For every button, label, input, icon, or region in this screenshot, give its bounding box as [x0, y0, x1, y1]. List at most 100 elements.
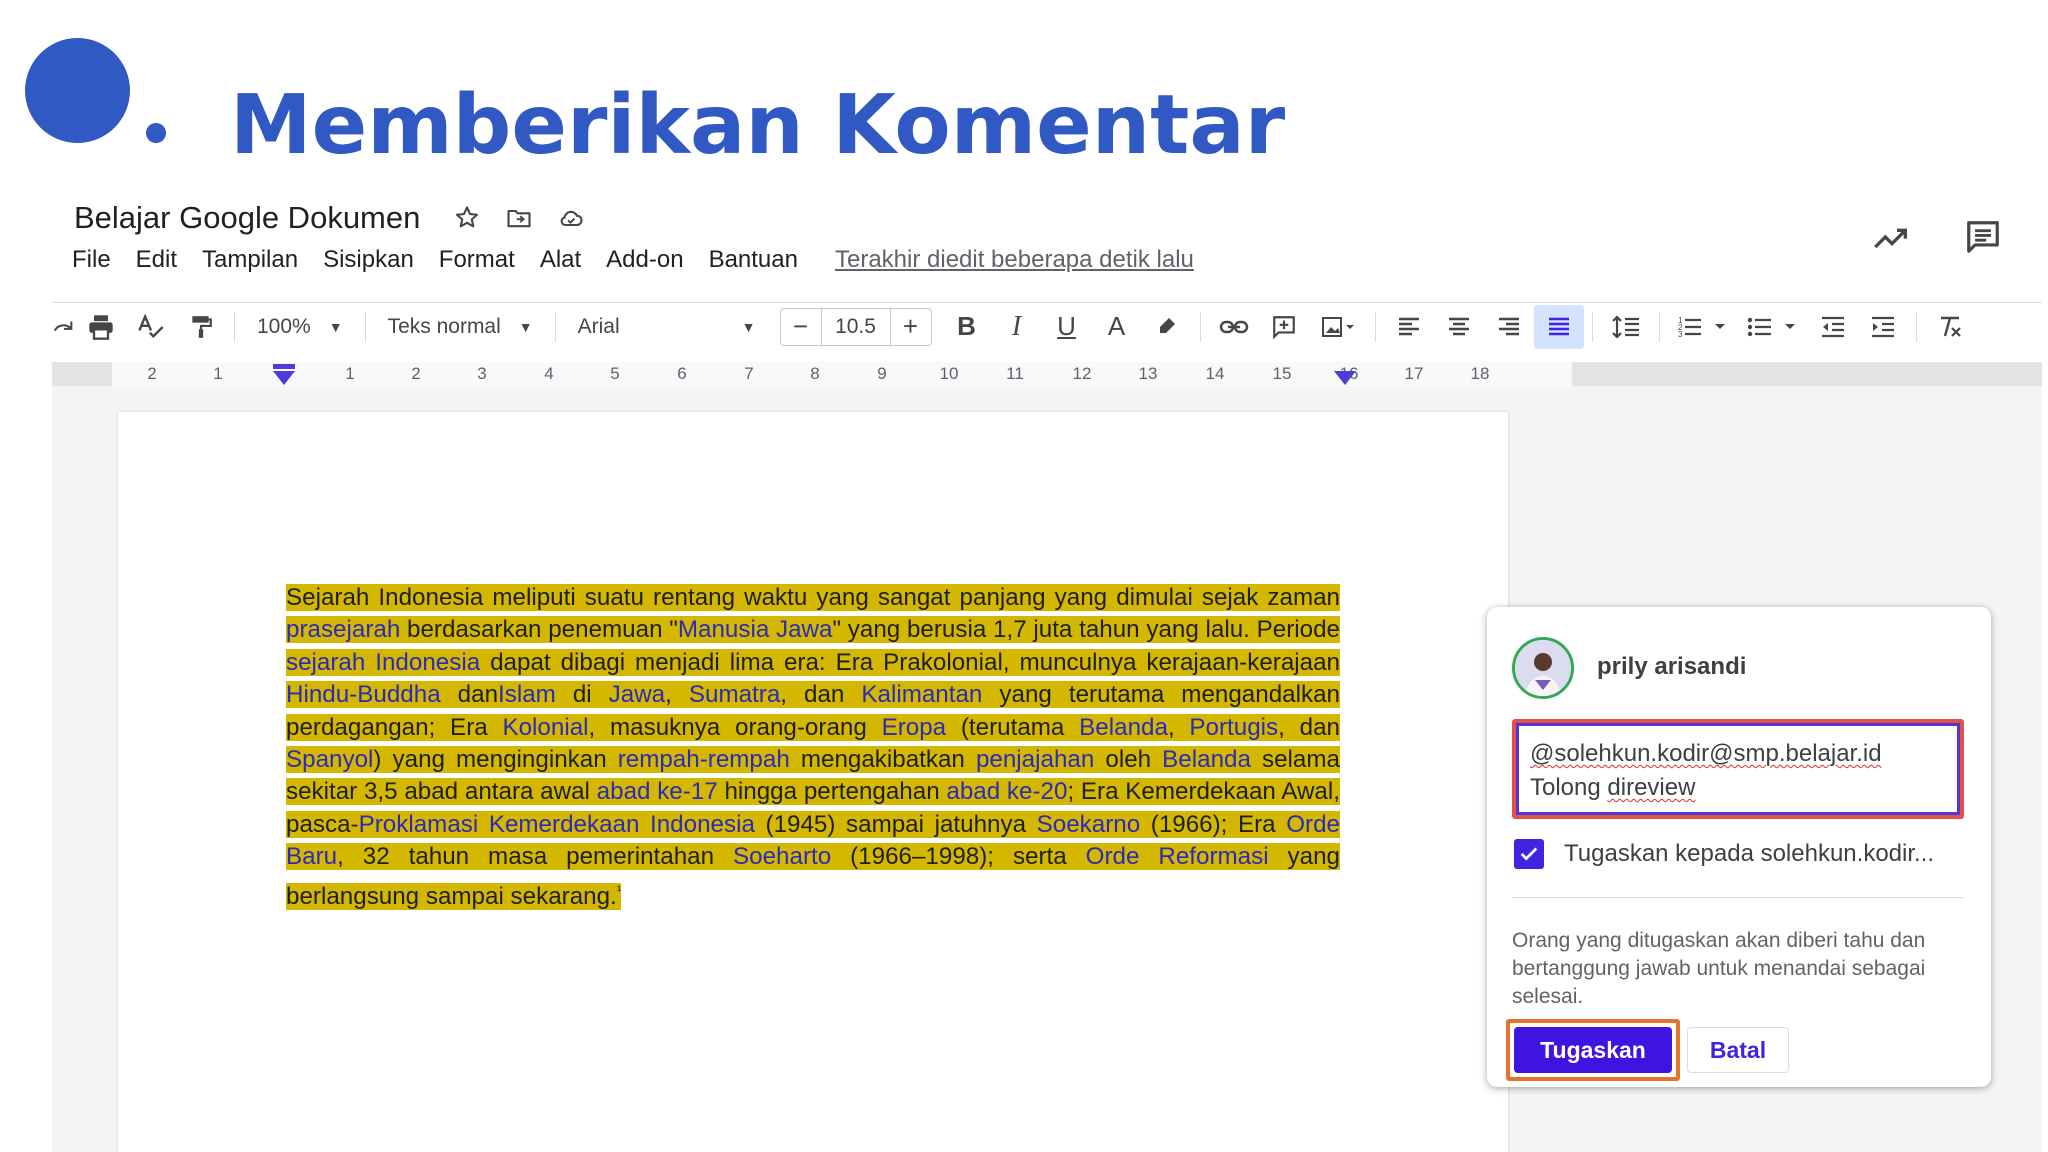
increase-font-size-button[interactable]: +	[891, 309, 931, 345]
add-comment-icon[interactable]	[1259, 305, 1309, 349]
toolbar-divider	[1199, 311, 1201, 342]
paragraph-link[interactable]: Islam	[498, 681, 556, 708]
assign-note: Orang yang ditugaskan akan diberi tahu d…	[1512, 929, 1926, 1008]
menu-tools[interactable]: Alat	[540, 246, 581, 274]
assign-row[interactable]: Tugaskan kepada solehkun.kodir...	[1514, 839, 1934, 869]
clear-formatting-icon[interactable]	[1925, 305, 1975, 349]
align-justify-icon[interactable]	[1533, 304, 1584, 349]
menu-insert[interactable]: Sisipkan	[323, 246, 414, 274]
decrease-indent-icon[interactable]	[1808, 305, 1858, 349]
paragraph-link[interactable]: Sumatra	[689, 681, 780, 708]
bulleted-list-icon[interactable]	[1738, 305, 1808, 349]
assign-button[interactable]: Tugaskan	[1514, 1027, 1672, 1073]
selected-paragraph[interactable]: Sejarah Indonesia meliputi suatu rentang…	[286, 582, 1341, 913]
comment-input[interactable]: @solehkun.kodir@smp.belajar.id Tolong di…	[1512, 719, 1964, 819]
bold-button[interactable]: B	[942, 305, 992, 349]
line-spacing-icon[interactable]	[1601, 305, 1651, 349]
star-icon[interactable]	[452, 203, 482, 233]
cloud-status-icon[interactable]	[556, 203, 586, 233]
paragraph-link[interactable]: rempah-rempah	[618, 746, 790, 773]
style-select[interactable]: Teks normal ▼	[374, 315, 547, 339]
align-left-icon[interactable]	[1384, 305, 1434, 349]
font-size-stepper: − 10.5 +	[779, 307, 932, 346]
paragraph-text: mengakibatkan	[789, 746, 976, 774]
menu-file[interactable]: File	[72, 246, 111, 274]
font-select[interactable]: Arial ▼	[564, 315, 770, 339]
paragraph-link[interactable]: abad ke-17	[597, 778, 718, 805]
toolbar-divider	[234, 311, 235, 342]
print-icon[interactable]	[76, 305, 126, 349]
cancel-button[interactable]: Batal	[1687, 1027, 1789, 1073]
ruler-label: 2	[411, 364, 421, 383]
menu-view[interactable]: Tampilan	[202, 246, 298, 274]
right-indent-handle[interactable]	[1334, 371, 1356, 385]
paragraph-text: (1945) sampai jatuhnya	[754, 810, 1037, 838]
insert-link-icon[interactable]	[1209, 305, 1259, 349]
paragraph-link[interactable]: Hindu-Buddha	[286, 681, 441, 708]
font-size-input[interactable]: 10.5	[820, 308, 891, 345]
paragraph-link[interactable]: Soekarno	[1037, 811, 1141, 838]
move-to-folder-icon[interactable]	[504, 203, 534, 233]
italic-icon: I	[1011, 310, 1022, 342]
comment-text: Tolong	[1530, 774, 1608, 801]
zoom-select[interactable]: 100% ▼	[243, 315, 357, 339]
paragraph-text: ,	[1167, 713, 1190, 741]
slide: Memberikan Komentar Belajar Google Dokum…	[0, 0, 2048, 1152]
numbered-list-icon[interactable]: 123	[1668, 305, 1738, 349]
paragraph-link[interactable]: Belanda	[1079, 714, 1168, 741]
comment-history-icon[interactable]	[1964, 218, 2002, 261]
increase-indent-icon[interactable]	[1858, 305, 1908, 349]
paragraph-link[interactable]: Manusia Jawa	[678, 616, 833, 643]
assign-checkbox[interactable]	[1514, 839, 1544, 869]
paragraph-link[interactable]: Jawa	[609, 681, 665, 708]
paint-format-icon[interactable]	[176, 305, 226, 349]
spellcheck-icon[interactable]	[126, 305, 176, 349]
text-color-button[interactable]: A	[1092, 305, 1142, 349]
paragraph-link[interactable]: Spanyol	[286, 746, 373, 773]
paragraph-link[interactable]: Belanda	[1162, 746, 1251, 773]
doc-title-row: Belajar Google Dokumen	[74, 198, 586, 238]
paragraph-link[interactable]: Portugis	[1189, 714, 1278, 741]
last-edit-link[interactable]: Terakhir diedit beberapa detik lalu	[835, 246, 1194, 274]
first-line-indent-handle[interactable]	[273, 364, 295, 369]
ruler-label: 11	[1006, 364, 1024, 383]
align-right-icon[interactable]	[1484, 305, 1534, 349]
paragraph-link[interactable]: Proklamasi Kemerdekaan Indonesia	[359, 811, 755, 838]
paragraph-text: dapat dibagi menjadi lima era: Era Prako…	[480, 648, 1341, 676]
paragraph-text: (terutama	[946, 713, 1080, 741]
paragraph-link[interactable]: sejarah Indonesia	[286, 649, 480, 676]
align-center-icon[interactable]	[1434, 305, 1484, 349]
document-page[interactable]: Sejarah Indonesia meliputi suatu rentang…	[118, 412, 1508, 1152]
italic-button[interactable]: I	[992, 305, 1042, 349]
paragraph-link[interactable]: Kalimantan	[861, 681, 982, 708]
highlighted-text[interactable]: Sejarah Indonesia meliputi suatu rentang…	[286, 584, 1341, 910]
ruler-label: 14	[1205, 364, 1225, 383]
paragraph-link[interactable]: Kolonial	[502, 714, 588, 741]
insert-image-icon[interactable]	[1309, 305, 1367, 349]
paragraph-link[interactable]: abad ke-20	[946, 778, 1067, 805]
menu-help[interactable]: Bantuan	[709, 246, 798, 274]
paragraph-text: (1966); Era	[1140, 810, 1287, 838]
decrease-font-size-button[interactable]: −	[781, 309, 821, 345]
paragraph-link[interactable]: Soeharto	[733, 843, 831, 870]
redo-icon[interactable]	[52, 305, 76, 349]
underline-icon: U	[1057, 311, 1076, 341]
paragraph-text: berdasarkan penemuan "	[400, 616, 678, 644]
left-indent-handle[interactable]	[273, 371, 295, 385]
comment-author: prily arisandi	[1597, 653, 1747, 680]
menu-addons[interactable]: Add-on	[606, 246, 683, 274]
document-title[interactable]: Belajar Google Dokumen	[74, 200, 420, 236]
toolbar-divider	[364, 311, 366, 342]
paragraph-text: hingga pertengahan	[717, 778, 947, 806]
underline-button[interactable]: U	[1042, 305, 1092, 349]
paragraph-link[interactable]: Orde Reformasi	[1086, 843, 1269, 870]
menu-format[interactable]: Format	[439, 246, 515, 274]
activity-trend-icon[interactable]	[1872, 222, 1912, 257]
highlight-color-icon[interactable]	[1142, 305, 1192, 349]
paragraph-link[interactable]: prasejarah	[286, 616, 400, 643]
paragraph-link[interactable]: penjajahan	[976, 746, 1094, 773]
menu-bar: File Edit Tampilan Sisipkan Format Alat …	[72, 246, 1194, 274]
paragraph-link[interactable]: Eropa	[882, 714, 947, 741]
menu-edit[interactable]: Edit	[136, 246, 177, 274]
paragraph-text: , masuknya orang-orang	[588, 713, 882, 741]
